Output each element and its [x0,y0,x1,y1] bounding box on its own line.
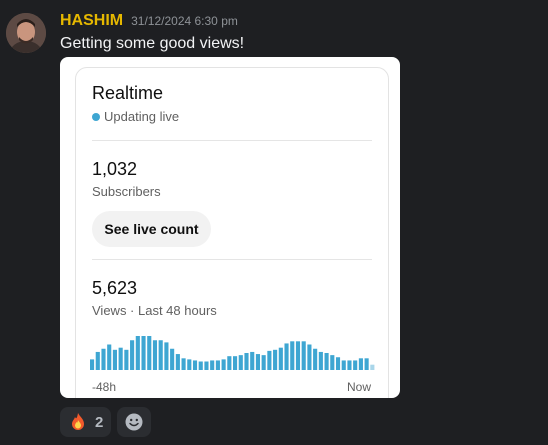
chart-bar [267,350,272,370]
realtime-card: Realtime Updating live 1,032 Subscribers… [75,67,389,398]
chart-bar [147,336,152,370]
chart-bar [187,359,192,370]
chart-bar [152,340,158,370]
chart-bar [301,341,306,370]
message-text: Getting some good views! [60,35,245,52]
timestamp: 31/12/2024 6:30 pm [131,14,238,28]
chart-bar [90,359,95,370]
chart-bar [95,351,100,370]
chart-bar [307,344,312,370]
chart-bar [227,356,232,370]
chart-bar [107,344,112,370]
chart-bar [353,360,358,370]
chart-bar [233,356,238,370]
chart-bar [181,358,186,370]
username[interactable]: HASHIM [60,12,123,30]
chart-bar [112,349,117,370]
chart-bar [347,360,352,370]
chart-bar [141,336,146,370]
chart-bar [210,360,215,370]
card-title: Realtime [92,83,164,103]
message-header: HASHIM 31/12/2024 6:30 pm [60,12,238,32]
views-label: Views · Last 48 hours [92,303,217,318]
chart-bar [221,359,226,370]
chart-bar [164,342,169,370]
chart-bar [244,353,249,370]
chart-bar [330,355,335,370]
chart-bar [290,341,295,370]
chart-bar [175,354,180,370]
chart-bar [370,364,375,370]
axis-start-label: -48h [92,380,117,394]
divider [92,140,372,141]
chart-bar [192,360,198,370]
add-reaction-button[interactable] [117,407,152,437]
chart-bar [313,348,318,370]
avatar[interactable] [6,13,46,53]
live-status-text: Updating live [104,109,180,124]
live-status: Updating live [92,109,179,124]
chart-bar [135,336,140,370]
chart-bar [130,340,135,370]
fire-reaction-button[interactable]: 2 [60,407,112,437]
chart-bar [170,348,175,370]
embed-image[interactable]: Realtime Updating live 1,032 Subscribers… [60,57,400,398]
fire-icon [72,413,84,430]
chat-message: HASHIM 31/12/2024 6:30 pm Getting some g… [0,0,548,445]
chart-bar [358,358,363,370]
chart-bar [118,347,123,370]
chart-bar [335,357,341,370]
chart-bar [273,349,278,370]
chart-bar [215,360,220,370]
divider [92,259,372,260]
chart-bar [341,360,346,370]
chart-bar [318,351,323,370]
axis-end-label: Now [347,380,372,394]
chart-bar [261,355,266,370]
views-bar-chart [90,336,375,370]
smiley-icon [125,413,143,431]
chart-bar [250,351,255,370]
chart-bar [295,341,301,370]
avatar-image [6,13,46,53]
chart-bar [198,361,203,370]
live-indicator-icon [92,112,100,121]
subscribers-label: Subscribers [92,184,161,199]
views-count: 5,623 [92,278,138,298]
chart-bar [255,354,260,370]
chart-bar [238,355,243,370]
see-live-count-button[interactable]: See live count [92,211,211,247]
chart-bar [158,340,163,370]
chart-bar [101,348,106,370]
chart-bar [204,361,209,370]
chart-bar [284,343,289,370]
chart-bar [278,347,283,370]
subscribers-count: 1,032 [92,159,138,179]
chart-bar [124,349,129,370]
reaction-count: 2 [95,413,104,431]
reaction-bar: 2 [60,407,152,437]
chart-bar [364,358,369,370]
chart-bar [324,353,329,370]
